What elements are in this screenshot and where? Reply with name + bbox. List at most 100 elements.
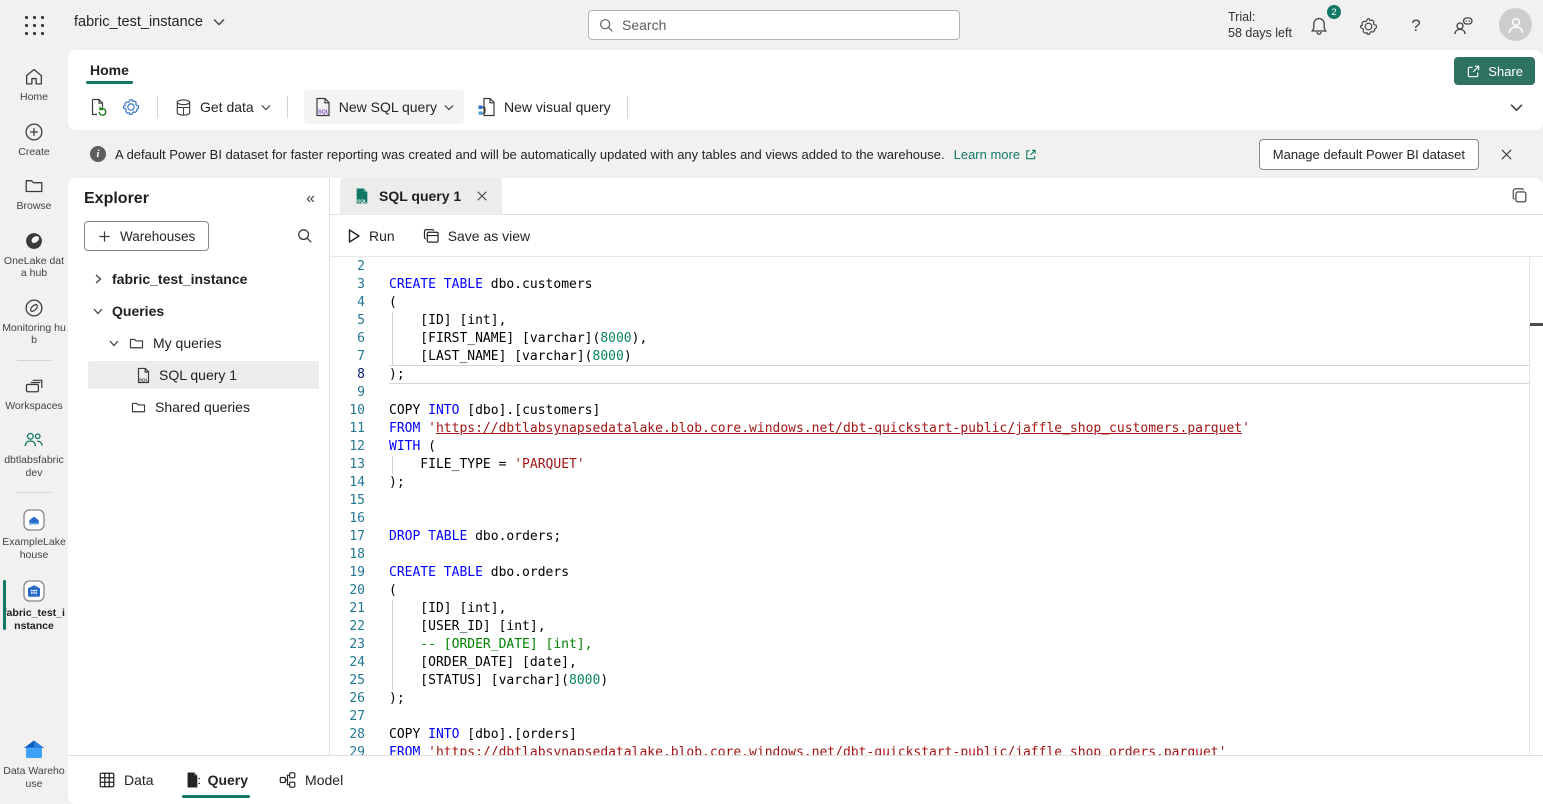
- tab-model[interactable]: Model: [278, 756, 343, 804]
- code-token: CREATE TABLE: [389, 277, 483, 292]
- selected-indicator: [3, 580, 6, 630]
- svg-text:SQL: SQL: [357, 198, 367, 204]
- save-as-view-button[interactable]: Save as view: [423, 228, 530, 244]
- code-line[interactable]: 10COPY INTO [dbo].[customers]: [330, 402, 1543, 420]
- code-line[interactable]: 15: [330, 492, 1543, 510]
- collapse-panel-icon[interactable]: «: [306, 190, 315, 208]
- code-line[interactable]: 29FROM 'https://dbtlabsynapsedatalake.bl…: [330, 744, 1543, 755]
- nav-dbtlabsfabricdev[interactable]: dbtlabsfabricdev: [0, 423, 68, 485]
- code-line[interactable]: 7 [LAST_NAME] [varchar](8000): [330, 348, 1543, 366]
- ribbon-collapse-chevron[interactable]: [1510, 103, 1523, 112]
- manage-dataset-button[interactable]: Manage default Power BI dataset: [1259, 139, 1479, 170]
- share-button[interactable]: Share: [1454, 57, 1535, 85]
- code-line[interactable]: 28COPY INTO [dbo].[orders]: [330, 726, 1543, 744]
- code-line[interactable]: 25 [STATUS] [varchar](8000): [330, 672, 1543, 690]
- banner-close-icon[interactable]: [1500, 148, 1513, 161]
- home-icon: [23, 66, 45, 88]
- nav-create[interactable]: Create: [0, 115, 68, 165]
- code-line[interactable]: 3CREATE TABLE dbo.customers: [330, 276, 1543, 294]
- learn-more-link[interactable]: Learn more: [954, 147, 1037, 162]
- explorer-search-icon[interactable]: [297, 228, 313, 244]
- code-line[interactable]: 23 -- [ORDER_DATE] [int],: [330, 636, 1543, 654]
- tree-item-shared-queries[interactable]: Shared queries: [84, 391, 319, 423]
- code-line[interactable]: 8);: [330, 366, 1543, 384]
- close-tab-icon[interactable]: [476, 190, 488, 202]
- nav-fabric-test-instance[interactable]: fabric_test_instance: [0, 572, 68, 638]
- code-line[interactable]: 4(: [330, 294, 1543, 312]
- top-bar: fabric_test_instance Trial: 58 days left…: [0, 0, 1543, 50]
- code-line[interactable]: 2: [330, 258, 1543, 276]
- run-button[interactable]: Run: [347, 228, 395, 244]
- query-tab[interactable]: SQL SQL query 1: [340, 178, 502, 215]
- line-number: 8: [330, 366, 365, 384]
- overview-ruler[interactable]: [1529, 257, 1530, 755]
- code-line[interactable]: 21 [ID] [int],: [330, 600, 1543, 618]
- svg-text:SQL: SQL: [318, 110, 330, 116]
- search-input[interactable]: [622, 17, 949, 33]
- new-sql-query-button[interactable]: SQL New SQL query: [304, 90, 464, 124]
- chevron-down-icon: [108, 337, 120, 349]
- dataset-info-banner: i A default Power BI dataset for faster …: [68, 130, 1543, 178]
- account-avatar[interactable]: [1499, 8, 1532, 41]
- nav-onelake-data-hub[interactable]: OneLake data hub: [0, 224, 68, 286]
- tree-item-queries[interactable]: Queries: [84, 295, 319, 327]
- copy-icon[interactable]: [1511, 187, 1529, 205]
- get-data-button[interactable]: Get data: [174, 98, 271, 117]
- code-line-content: [389, 546, 1530, 564]
- tree-item-warehouse[interactable]: fabric_test_instance: [84, 263, 319, 295]
- line-number: 24: [330, 654, 365, 672]
- settings-button[interactable]: [1352, 10, 1384, 42]
- nav-data-warehouse[interactable]: Data Warehouse: [0, 732, 68, 796]
- code-line[interactable]: 12WITH (: [330, 438, 1543, 456]
- code-line[interactable]: 5 [ID] [int],: [330, 312, 1543, 330]
- code-line[interactable]: 6 [FIRST_NAME] [varchar](8000),: [330, 330, 1543, 348]
- tab-data[interactable]: Data: [98, 756, 154, 804]
- tree-item-sql-query-1[interactable]: SQL SQL query 1: [88, 361, 319, 389]
- chevron-down-icon: [92, 305, 104, 317]
- new-visual-query-button[interactable]: New visual query: [477, 97, 611, 117]
- help-button[interactable]: ?: [1400, 10, 1432, 42]
- workspace-switcher[interactable]: fabric_test_instance: [74, 14, 225, 30]
- code-line[interactable]: 26);: [330, 690, 1543, 708]
- waffle-menu-icon[interactable]: [20, 11, 48, 39]
- workspace-title: fabric_test_instance: [74, 14, 203, 30]
- bell-icon: [1309, 16, 1329, 37]
- tab-query[interactable]: Query: [184, 756, 248, 804]
- add-warehouses-button[interactable]: Warehouses: [84, 221, 209, 251]
- code-line[interactable]: 22 [USER_ID] [int],: [330, 618, 1543, 636]
- feedback-button[interactable]: [1447, 10, 1479, 42]
- code-token: https://dbtlabsynapsedatalake.blob.core.…: [436, 421, 1242, 436]
- code-line[interactable]: 13 FILE_TYPE = 'PARQUET': [330, 456, 1543, 474]
- code-line[interactable]: 11FROM 'https://dbtlabsynapsedatalake.bl…: [330, 420, 1543, 438]
- folder-icon: [130, 399, 147, 416]
- code-line[interactable]: 9: [330, 384, 1543, 402]
- code-token: 'PARQUET': [514, 457, 584, 472]
- nav-home[interactable]: Home: [0, 60, 68, 110]
- workspace-main: Explorer « Warehouses fabric_test_instan…: [68, 178, 1543, 804]
- tab-home[interactable]: Home: [88, 56, 131, 84]
- code-line[interactable]: 27: [330, 708, 1543, 726]
- code-line[interactable]: 19CREATE TABLE dbo.orders: [330, 564, 1543, 582]
- code-line[interactable]: 24 [ORDER_DATE] [date],: [330, 654, 1543, 672]
- code-line[interactable]: 16: [330, 510, 1543, 528]
- notifications-button[interactable]: 2: [1303, 10, 1335, 42]
- nav-browse[interactable]: Browse: [0, 169, 68, 219]
- code-line-content: [389, 258, 1530, 276]
- line-number: 7: [330, 348, 365, 366]
- code-token: ),: [632, 331, 648, 346]
- tree-item-my-queries[interactable]: My queries: [84, 327, 319, 359]
- code-line[interactable]: 18: [330, 546, 1543, 564]
- code-token: [ID] [int],: [389, 601, 506, 616]
- banner-text: A default Power BI dataset for faster re…: [115, 147, 945, 162]
- refresh-query-button[interactable]: [88, 97, 108, 117]
- line-number: 19: [330, 564, 365, 582]
- ribbon: Home Share Get data SQL New SQL query Ne…: [68, 50, 1543, 130]
- nav-examplelakehouse[interactable]: ExampleLakehouse: [0, 501, 68, 567]
- nav-monitoring-hub[interactable]: Monitoring hub: [0, 291, 68, 353]
- sql-code-editor[interactable]: 23CREATE TABLE dbo.customers4(5 [ID] [in…: [330, 257, 1543, 755]
- code-line[interactable]: 14);: [330, 474, 1543, 492]
- code-line[interactable]: 17DROP TABLE dbo.orders;: [330, 528, 1543, 546]
- query-settings-button[interactable]: [121, 97, 141, 117]
- code-line[interactable]: 20(: [330, 582, 1543, 600]
- nav-workspaces[interactable]: Workspaces: [0, 369, 68, 419]
